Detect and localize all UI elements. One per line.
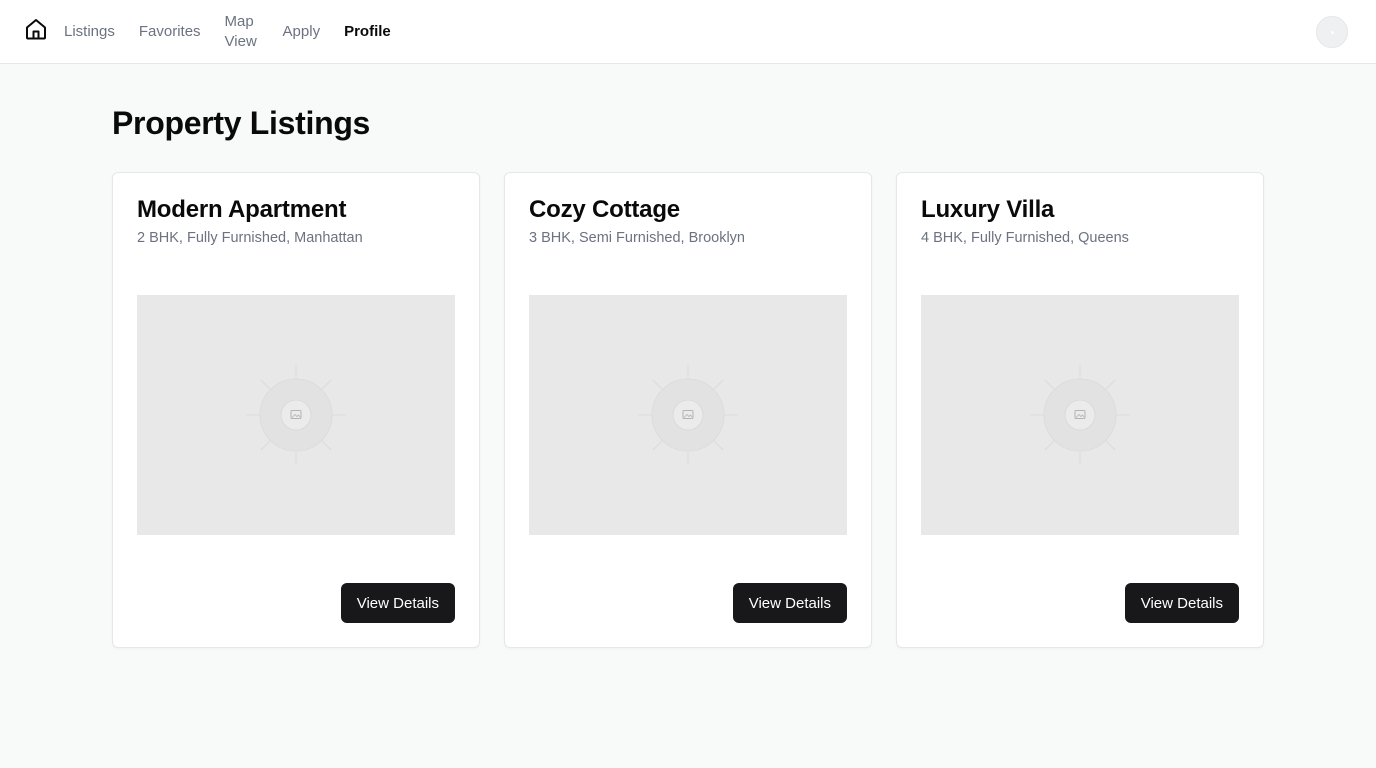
listing-image xyxy=(921,295,1239,535)
user-avatar[interactable] xyxy=(1316,16,1348,48)
listing-card: Cozy Cottage 3 BHK, Semi Furnished, Broo… xyxy=(504,172,872,648)
listing-details: 3 BHK, Semi Furnished, Brooklyn xyxy=(529,230,745,246)
top-nav-bar: Listings Favorites Map View Apply Profil… xyxy=(0,0,1376,64)
nav-apply[interactable]: Apply xyxy=(283,22,321,42)
listing-image xyxy=(529,295,847,535)
listing-title: Cozy Cottage xyxy=(529,196,680,223)
listing-grid: Modern Apartment 2 BHK, Fully Furnished,… xyxy=(112,172,1264,648)
listing-details: 4 BHK, Fully Furnished, Queens xyxy=(921,230,1129,246)
listing-title: Modern Apartment xyxy=(137,196,347,223)
avatar-placeholder-icon xyxy=(1330,30,1334,34)
view-details-button[interactable]: View Details xyxy=(340,583,455,623)
nav-profile[interactable]: Profile xyxy=(344,22,391,42)
listing-image xyxy=(137,295,455,535)
nav-favorites[interactable]: Favorites xyxy=(139,22,201,42)
listing-details: 2 BHK, Fully Furnished, Manhattan xyxy=(137,230,363,246)
nav-listings[interactable]: Listings xyxy=(64,22,115,42)
listing-title: Luxury Villa xyxy=(921,196,1055,223)
main-nav: Listings Favorites Map View Apply Profil… xyxy=(64,12,391,52)
image-placeholder-icon xyxy=(638,365,738,465)
view-details-button[interactable]: View Details xyxy=(1124,583,1239,623)
image-placeholder-icon xyxy=(246,365,346,465)
image-placeholder-icon xyxy=(1030,365,1130,465)
listing-card: Luxury Villa 4 BHK, Fully Furnished, Que… xyxy=(896,172,1264,648)
home-link[interactable] xyxy=(24,17,48,46)
main-content: Property Listings Modern Apartment 2 BHK… xyxy=(0,64,1376,648)
listing-card: Modern Apartment 2 BHK, Fully Furnished,… xyxy=(112,172,480,648)
page-title: Property Listings xyxy=(112,105,371,141)
nav-map-view[interactable]: Map View xyxy=(225,12,259,52)
house-icon xyxy=(24,17,48,46)
view-details-button[interactable]: View Details xyxy=(732,583,847,623)
